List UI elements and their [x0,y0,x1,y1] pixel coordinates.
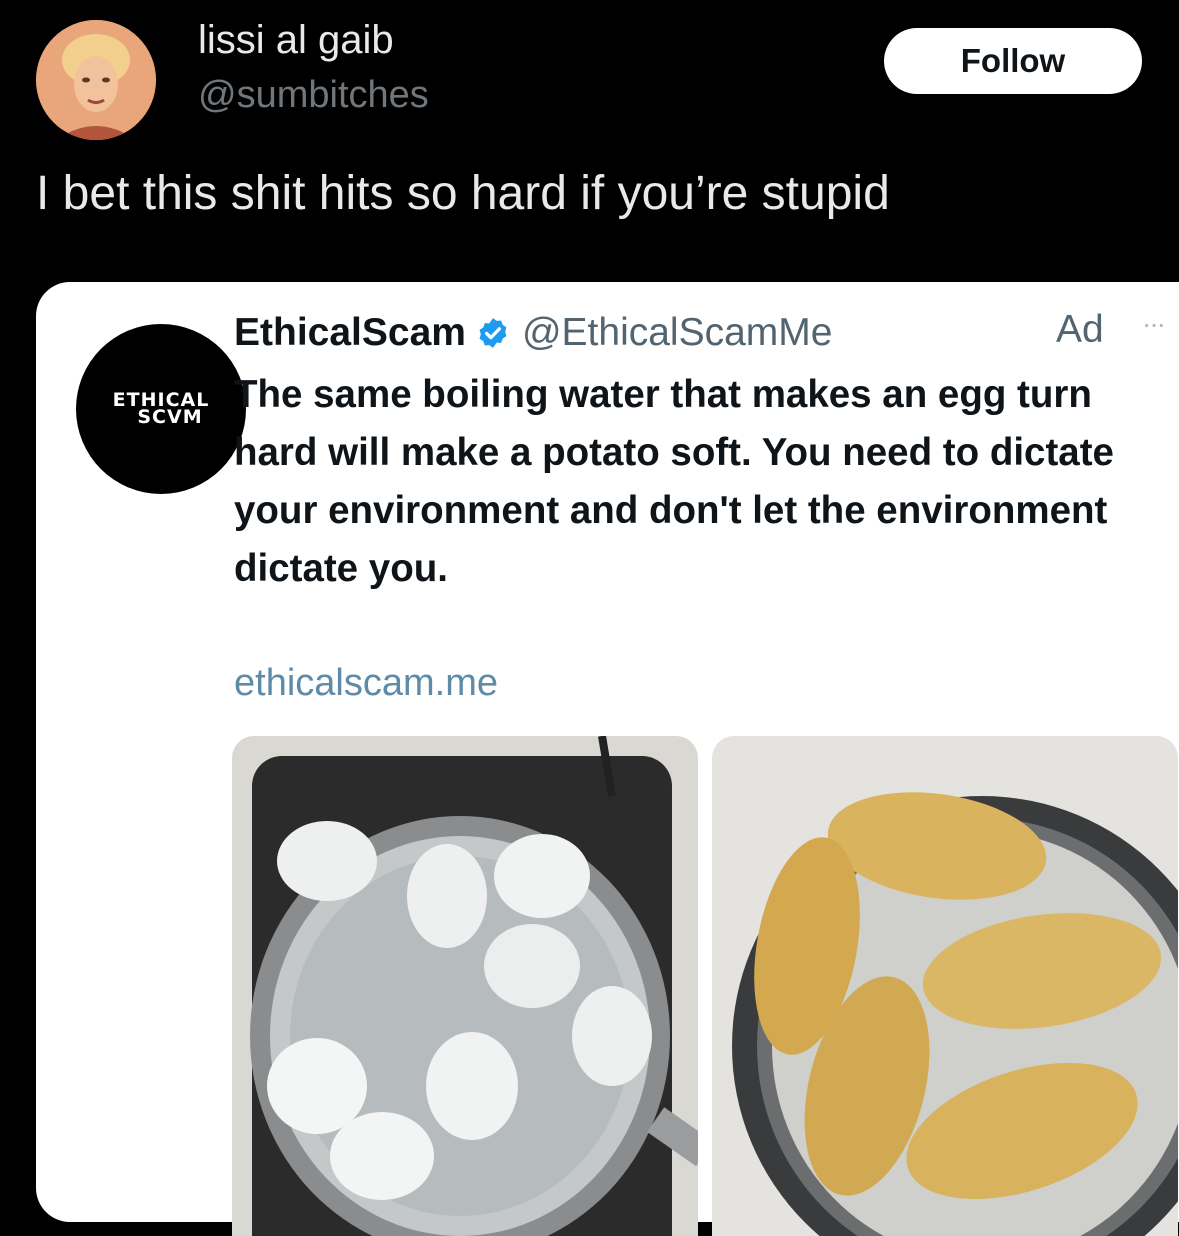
quoted-author-avatar[interactable]: ETHICAL SCVM [76,324,246,494]
quoted-tweet-card[interactable]: ETHICAL SCVM EthicalScam @EthicalScamMe … [36,282,1179,1236]
follow-button[interactable]: Follow [884,28,1142,94]
avatar-logo-line2: SCVM [137,406,203,428]
media-image-potatoes[interactable] [712,736,1178,1236]
quoted-author-name[interactable]: EthicalScam [234,311,466,355]
quoted-header: EthicalScam @EthicalScamMe [234,306,832,360]
author-name[interactable]: lissi al gaib [198,18,394,63]
ad-label: Ad [1056,308,1104,351]
media-image-eggs[interactable] [232,736,698,1236]
media-grid [232,736,1178,1236]
author-handle[interactable]: @sumbitches [198,74,429,117]
quoted-text: The same boiling water that makes an egg… [234,373,1114,590]
author-avatar[interactable] [36,20,156,140]
tweet: lissi al gaib @sumbitches Follow I bet t… [0,0,1179,1236]
more-options-icon[interactable]: ··· [1142,308,1166,340]
quoted-author-handle[interactable]: @EthicalScamMe [522,311,833,355]
verified-badge-icon [479,318,507,348]
tweet-text: I bet this shit hits so hard if you’re s… [36,167,890,220]
quoted-link[interactable]: ethicalscam.me [234,662,498,705]
